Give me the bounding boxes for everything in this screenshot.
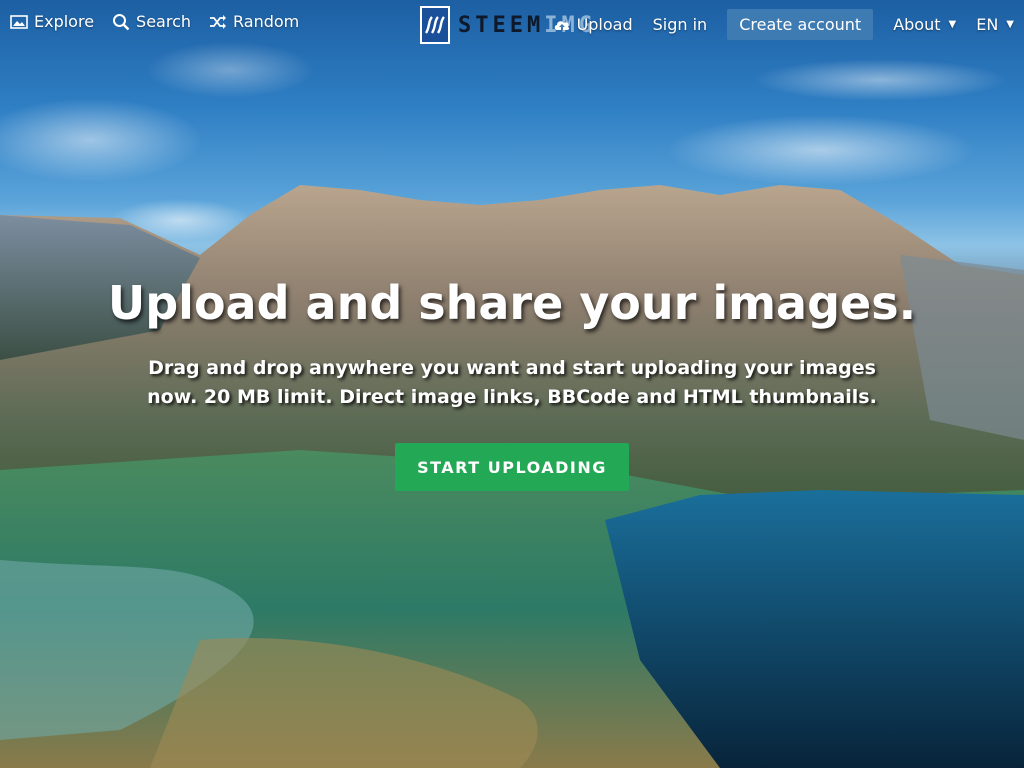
start-uploading-button[interactable]: START UPLOADING bbox=[395, 443, 629, 491]
search-icon bbox=[113, 13, 130, 30]
explore-link[interactable]: Explore bbox=[10, 12, 94, 31]
caret-down-icon: ▼ bbox=[948, 19, 957, 30]
top-navigation: Explore Search Random STEEMIMG Upload Si… bbox=[0, 0, 1024, 50]
about-label: About bbox=[893, 15, 941, 34]
search-link[interactable]: Search bbox=[112, 12, 191, 31]
logo-badge-icon bbox=[420, 6, 450, 44]
upload-link[interactable]: Upload bbox=[553, 15, 633, 34]
steem-mark-icon bbox=[424, 16, 445, 34]
cloud-upload-icon bbox=[554, 20, 569, 30]
create-account-button[interactable]: Create account bbox=[727, 9, 874, 40]
random-label: Random bbox=[233, 12, 300, 31]
page: Explore Search Random STEEMIMG Upload Si… bbox=[0, 0, 1024, 768]
language-menu[interactable]: EN ▼ bbox=[976, 15, 1014, 34]
search-label: Search bbox=[136, 12, 192, 31]
image-icon bbox=[10, 14, 28, 29]
upload-label: Upload bbox=[576, 15, 633, 34]
sign-in-label: Sign in bbox=[652, 15, 708, 34]
logo-text-part1: STEEM bbox=[458, 12, 545, 38]
hero-subtitle: Drag and drop anywhere you want and star… bbox=[147, 357, 877, 408]
explore-label: Explore bbox=[34, 12, 95, 31]
caret-down-icon: ▼ bbox=[1006, 19, 1014, 30]
random-link[interactable]: Random bbox=[209, 12, 299, 31]
sign-in-link[interactable]: Sign in bbox=[653, 15, 708, 34]
nav-right: Upload Sign in Create account About ▼ EN… bbox=[553, 9, 1014, 40]
nav-left: Explore Search Random bbox=[10, 12, 299, 31]
language-label: EN bbox=[976, 15, 999, 34]
shuffle-icon bbox=[210, 14, 227, 29]
about-menu[interactable]: About ▼ bbox=[893, 15, 956, 34]
hero-title: Upload and share your images. bbox=[107, 276, 917, 330]
